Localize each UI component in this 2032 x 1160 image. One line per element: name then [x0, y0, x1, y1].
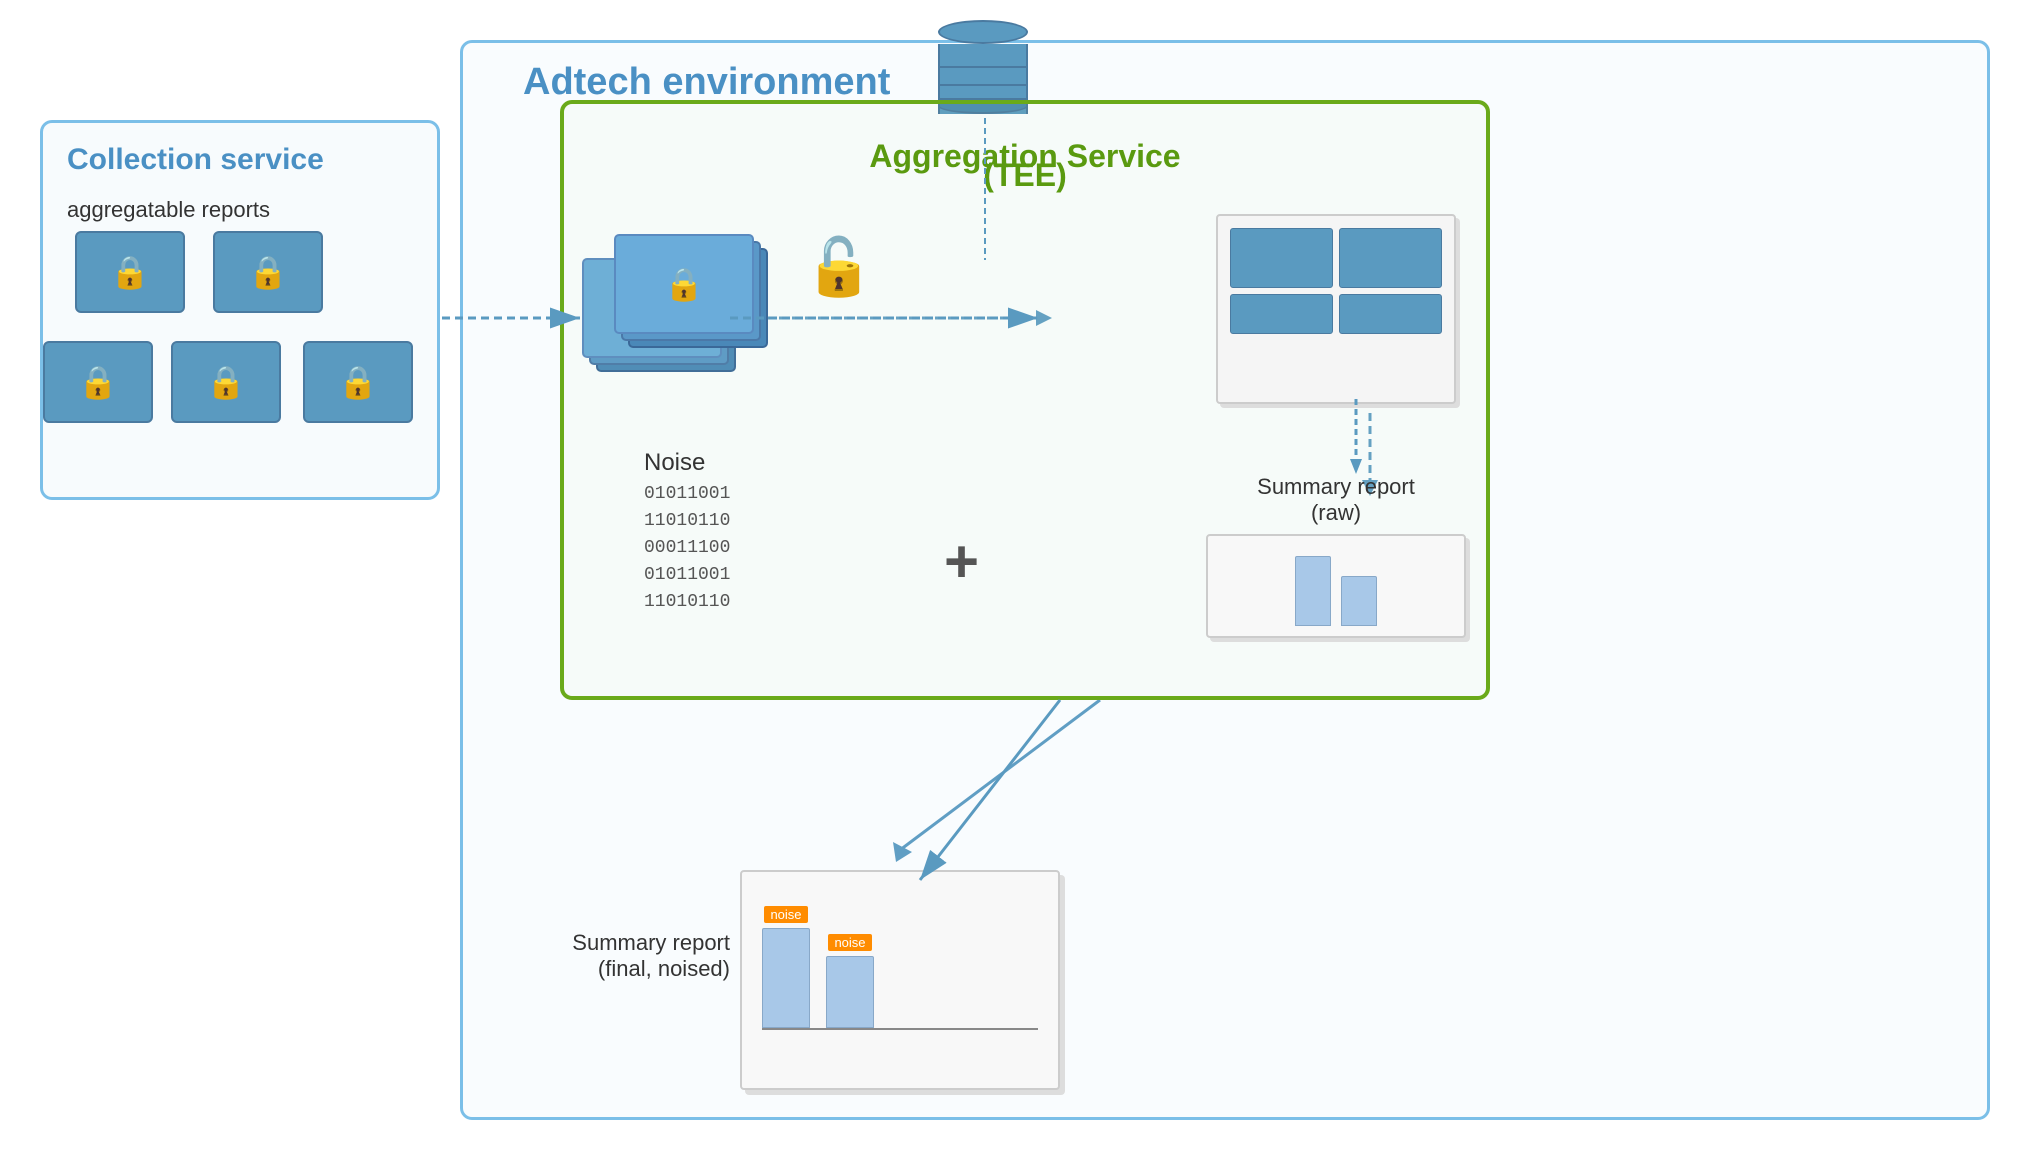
summary-final-label: Summary report	[540, 930, 730, 956]
padlock-icon-2: 🔒	[248, 256, 288, 288]
noise-label: Noise	[644, 449, 730, 477]
summary-final-sublabel: (final, noised)	[540, 956, 730, 982]
summary-raw-label: Summary report	[1206, 474, 1466, 500]
aggregation-service-label: Aggregation Service	[869, 138, 1180, 175]
padlock-icon-4: 🔒	[206, 366, 246, 398]
summary-raw-sublabel: (raw)	[1206, 500, 1466, 526]
noise-indicator-2: noise	[828, 934, 871, 951]
collection-service-label: Collection service	[67, 143, 324, 177]
padlock-tee: 🔒	[664, 268, 704, 300]
open-padlock: 🔓	[804, 234, 874, 300]
locked-card-3: 🔒	[43, 341, 153, 423]
collection-service-box: Collection service aggregatable reports …	[40, 120, 440, 500]
locked-card-2: 🔒	[213, 231, 323, 313]
locked-card-4: 🔒	[171, 341, 281, 423]
padlock-icon-5: 🔒	[338, 366, 378, 398]
noise-section: Noise 01011001 11010110 00011100 0101100…	[644, 449, 730, 616]
plus-sign: +	[944, 527, 979, 596]
padlock-icon-1: 🔒	[110, 256, 150, 288]
aggregation-service-box: Aggregation Service (TEE) 🔒 🔓 Summary re…	[560, 100, 1490, 700]
db-top	[938, 20, 1028, 44]
summary-final-card: noise noise	[740, 870, 1060, 1090]
adtech-env-label: Adtech environment	[523, 61, 890, 104]
collection-service-sublabel: aggregatable reports	[67, 197, 270, 223]
summary-final-label-group: Summary report (final, noised)	[540, 930, 730, 982]
summary-raw-chart	[1206, 534, 1466, 638]
db-line-2	[938, 84, 1028, 86]
summary-report-raw-card	[1216, 214, 1456, 404]
noise-indicator-1: noise	[764, 906, 807, 923]
locked-card-5: 🔒	[303, 341, 413, 423]
noise-binary: 01011001 11010110 00011100 01011001 1101…	[644, 481, 730, 616]
padlock-icon-3: 🔒	[78, 366, 118, 398]
locked-card-1: 🔒	[75, 231, 185, 313]
db-line-1	[938, 66, 1028, 68]
